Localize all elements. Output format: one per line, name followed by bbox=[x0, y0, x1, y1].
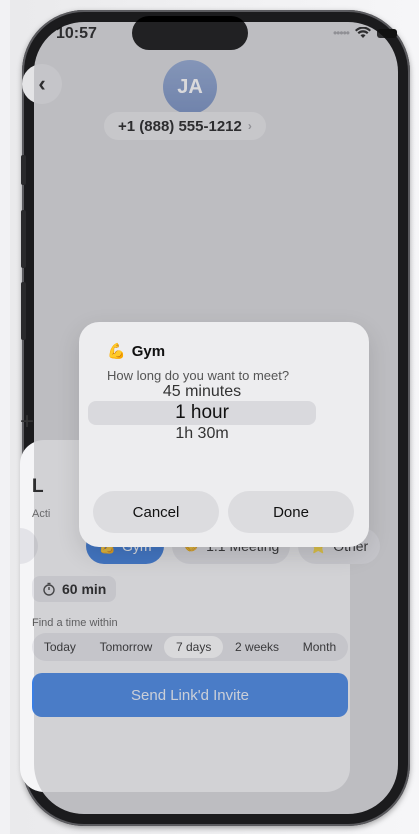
modal-title: 💪 Gym bbox=[107, 342, 166, 361]
plus-icon[interactable]: + bbox=[20, 408, 34, 436]
flexed-biceps-icon: 💪 bbox=[107, 343, 126, 360]
modal-title-text: Gym bbox=[131, 342, 166, 360]
picker-option[interactable]: 1h 30m bbox=[88, 425, 316, 443]
picker-option[interactable]: 45 minutes bbox=[88, 383, 316, 401]
picker-option-selected[interactable]: 1 hour bbox=[88, 402, 316, 424]
cancel-button[interactable]: Cancel bbox=[93, 491, 219, 533]
volume-down-button bbox=[21, 282, 26, 340]
volume-up-button bbox=[21, 210, 26, 268]
action-button bbox=[21, 155, 26, 185]
modal-question: How long do you want to meet? bbox=[107, 368, 290, 383]
done-button[interactable]: Done bbox=[228, 491, 354, 533]
